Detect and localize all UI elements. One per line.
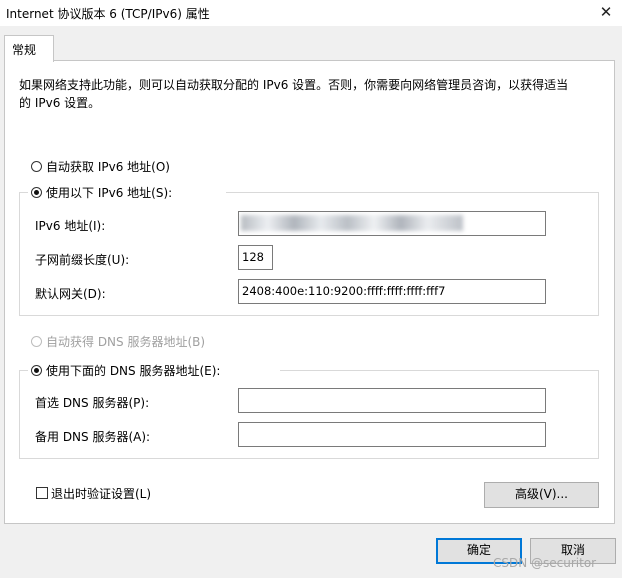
default-gateway-value: 2408:400e:110:9200:ffff:ffff:ffff:fff7 <box>242 284 446 298</box>
validate-settings-label[interactable]: 退出时验证设置(L) <box>51 485 151 502</box>
default-gateway-label: 默认网关(D): <box>35 287 106 301</box>
watermark: CSDN @securitor <box>493 556 597 570</box>
description-text: 如果网络支持此功能，则可以自动获取分配的 IPv6 设置。否则，你需要向网络管理… <box>19 78 569 110</box>
advanced-button[interactable]: 高级(V)... <box>484 482 599 508</box>
default-gateway-input[interactable]: 2408:400e:110:9200:ffff:ffff:ffff:fff7 <box>238 279 546 304</box>
tab-general[interactable]: 常规 <box>4 35 54 62</box>
manual-ipv6-label[interactable]: 使用以下 IPv6 地址(S): <box>46 184 172 201</box>
manual-ipv6-radio[interactable] <box>31 187 42 198</box>
auto-dns-radio <box>31 336 42 347</box>
close-icon[interactable]: ✕ <box>596 2 616 22</box>
tab-general-label: 常规 <box>12 43 37 57</box>
auto-dns-label: 自动获得 DNS 服务器地址(B) <box>46 335 206 349</box>
preferred-dns-input[interactable] <box>238 388 546 413</box>
manual-dns-radio[interactable] <box>31 365 42 376</box>
preferred-dns-label: 首选 DNS 服务器(P): <box>35 396 150 410</box>
ipv6-address-label: IPv6 地址(I): <box>35 219 106 233</box>
auto-ipv6-radio[interactable] <box>31 161 42 172</box>
redacted-address-blur <box>241 215 463 231</box>
subnet-prefix-label: 子网前缀长度(U): <box>35 253 130 267</box>
window-title: Internet 协议版本 6 (TCP/IPv6) 属性 <box>6 7 210 21</box>
subnet-prefix-input[interactable]: 128 <box>238 245 273 270</box>
alternate-dns-input[interactable] <box>238 422 546 447</box>
auto-ipv6-label[interactable]: 自动获取 IPv6 地址(O) <box>46 158 170 175</box>
manual-dns-label[interactable]: 使用下面的 DNS 服务器地址(E): <box>46 362 220 379</box>
ipv6-address-input[interactable] <box>238 211 546 236</box>
title-bar: Internet 协议版本 6 (TCP/IPv6) 属性 ✕ <box>0 0 622 26</box>
alternate-dns-label: 备用 DNS 服务器(A): <box>35 430 151 444</box>
validate-settings-checkbox[interactable] <box>36 487 48 499</box>
subnet-prefix-value: 128 <box>242 250 264 264</box>
